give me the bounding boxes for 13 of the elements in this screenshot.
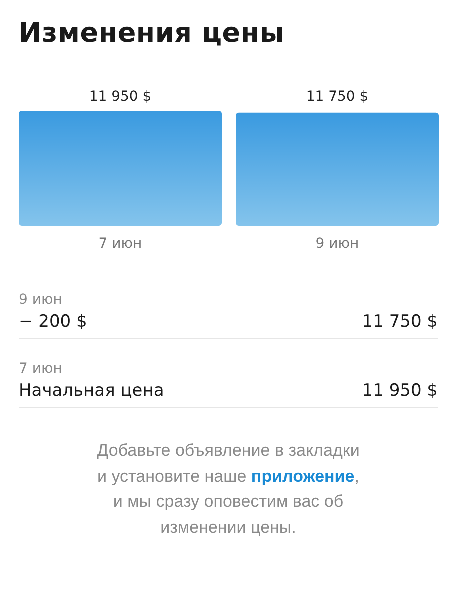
app-link[interactable]: приложение [251,466,355,486]
change-date: 7 июн [19,361,64,377]
change-date: 9 июн [19,292,64,308]
notification-note: Добавьте объявление в закладки и установите наше приложение, и мы сразу оповестим вас об изменении цены. [96,440,361,538]
price-label: 11 750 $ [306,89,369,105]
price-change: − 200 $ [19,312,88,332]
price-value: 11 750 $ [362,312,438,332]
price-change: Начальная цена [19,381,164,401]
section-title: Изменения цены [19,18,286,49]
date-label: 9 июн [316,236,360,252]
price-label: 11 950 $ [89,89,152,105]
price-value: 11 950 $ [362,381,438,401]
date-label: 7 июн [98,236,142,252]
